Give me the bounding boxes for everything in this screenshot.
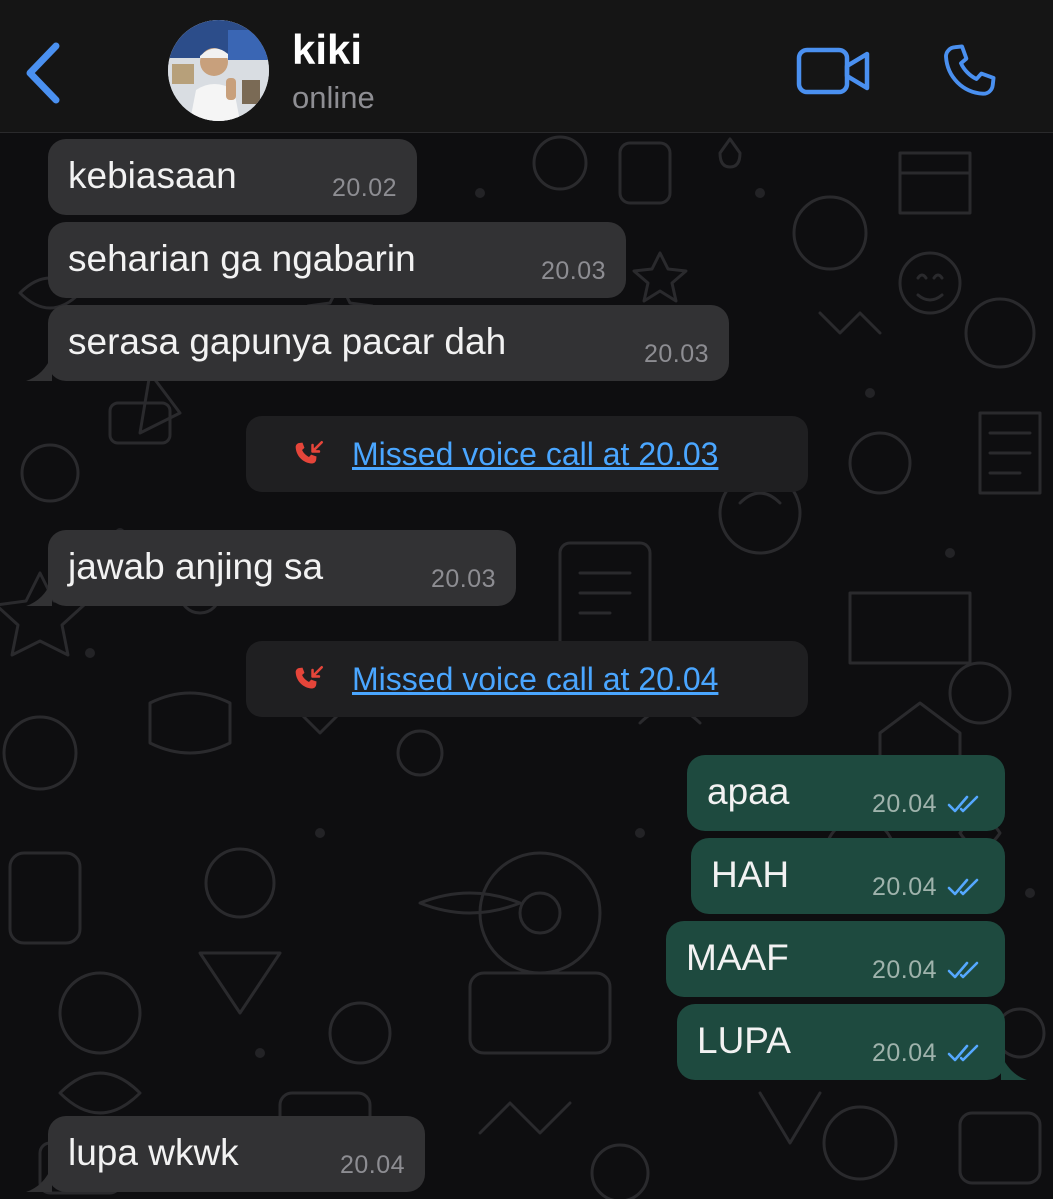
incoming-message[interactable]: jawab anjing sa 20.03 <box>26 530 516 606</box>
contact-avatar[interactable] <box>168 20 269 121</box>
outgoing-message[interactable]: LUPA 20.04 <box>677 1004 1027 1080</box>
message-time: 20.04 <box>871 873 937 901</box>
missed-call-notice[interactable]: Missed voice call at 20.03 <box>246 416 808 492</box>
bubble-tail <box>1001 1054 1027 1080</box>
avatar-photo <box>168 20 269 121</box>
outgoing-message[interactable]: HAH 20.04 <box>691 838 1005 914</box>
message-time: 20.04 <box>871 790 937 818</box>
message-text: HAH <box>711 854 790 895</box>
back-button[interactable] <box>18 38 68 108</box>
message-time: 20.03 <box>643 340 709 368</box>
incoming-message[interactable]: kebiasaan 20.02 <box>48 139 417 215</box>
contact-name[interactable]: kiki <box>292 26 362 74</box>
message-time: 20.03 <box>540 257 606 285</box>
missed-call-icon <box>295 665 324 689</box>
message-text: MAAF <box>686 937 789 978</box>
missed-call-link[interactable]: Missed voice call at 20.04 <box>352 661 718 697</box>
missed-call-notice[interactable]: Missed voice call at 20.04 <box>246 641 808 717</box>
outgoing-message[interactable]: apaa 20.04 <box>687 755 1005 831</box>
incoming-message[interactable]: seharian ga ngabarin 20.03 <box>48 222 626 298</box>
contact-status: online <box>292 80 375 115</box>
message-text: LUPA <box>697 1020 791 1061</box>
chat-background: kebiasaan 20.02 seharian ga ngabarin 20.… <box>0 133 1053 1199</box>
message-text: apaa <box>707 771 790 812</box>
message-time: 20.03 <box>430 565 496 593</box>
video-camera-icon <box>796 47 870 95</box>
read-receipt-icon <box>947 878 979 896</box>
phone-icon <box>944 44 996 96</box>
chat-header: kiki online <box>0 0 1053 133</box>
read-receipt-icon <box>947 961 979 979</box>
bubble-tail <box>26 580 52 606</box>
message-text: kebiasaan <box>68 155 237 196</box>
incoming-message[interactable]: lupa wkwk 20.04 <box>26 1116 425 1192</box>
message-time: 20.04 <box>339 1151 405 1179</box>
message-text: jawab anjing sa <box>68 546 324 587</box>
message-text: serasa gapunya pacar dah <box>68 321 507 362</box>
outgoing-message[interactable]: MAAF 20.04 <box>666 921 1005 997</box>
video-call-button[interactable] <box>795 44 873 100</box>
message-time: 20.04 <box>871 1039 937 1067</box>
incoming-message[interactable]: serasa gapunya pacar dah 20.03 <box>26 305 729 381</box>
missed-call-icon <box>295 440 324 464</box>
missed-call-link[interactable]: Missed voice call at 20.03 <box>352 436 718 472</box>
message-time: 20.04 <box>871 956 937 984</box>
message-text: lupa wkwk <box>68 1132 239 1173</box>
voice-call-button[interactable] <box>938 40 1000 102</box>
chat-screen: kiki online kebiasaan 20.02 seharian ga … <box>0 0 1053 1199</box>
read-receipt-icon <box>947 1044 979 1062</box>
chevron-left-icon <box>26 42 60 104</box>
bubble-tail <box>26 355 52 381</box>
message-text: seharian ga ngabarin <box>68 238 416 279</box>
message-time: 20.02 <box>331 174 397 202</box>
bubble-tail <box>26 1166 52 1192</box>
read-receipt-icon <box>947 795 979 813</box>
